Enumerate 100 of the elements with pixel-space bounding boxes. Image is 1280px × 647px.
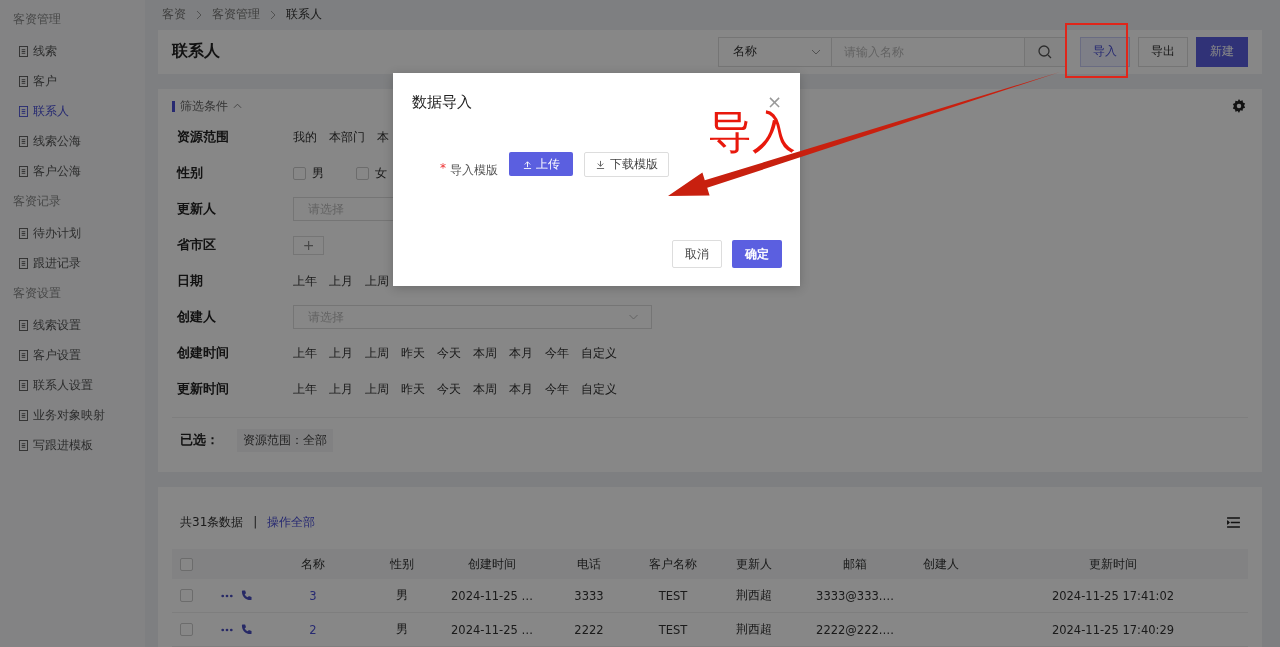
document-icon [19, 409, 28, 421]
sidebar-item[interactable]: 业务对象映射 [0, 407, 145, 423]
upload-button[interactable]: 上传 [509, 152, 573, 176]
add-button[interactable]: + [293, 235, 324, 255]
document-icon [19, 135, 28, 147]
document-icon [19, 319, 28, 331]
filter-option[interactable]: 本月 [509, 380, 533, 398]
filter-option[interactable]: 今年 [545, 380, 569, 398]
sidebar-item[interactable]: 联系人设置 [0, 377, 145, 393]
table-cell: 男 [396, 588, 408, 603]
checkbox[interactable] [356, 166, 369, 180]
toolbar-button[interactable]: 新建 [1196, 36, 1248, 67]
confirm-button[interactable]: 确定 [732, 240, 782, 268]
checkbox-label: 男 [312, 164, 324, 182]
download-icon [595, 159, 605, 169]
sidebar-item[interactable]: 线索公海 [0, 133, 145, 149]
filter-option[interactable]: 上周 [365, 272, 389, 290]
filter-option[interactable]: 上月 [329, 344, 353, 362]
name-link[interactable]: 2 [309, 622, 317, 637]
sidebar-item[interactable]: 待办计划 [0, 225, 145, 241]
column-header: 邮箱 [843, 556, 867, 572]
filter-option[interactable]: 上月 [329, 380, 353, 398]
filter-option[interactable]: 昨天 [401, 344, 425, 362]
column-header: 创建人 [923, 556, 959, 572]
page-title: 联系人 [172, 41, 220, 63]
checkbox[interactable] [179, 623, 193, 636]
filter-option[interactable]: 本部门 [329, 128, 365, 146]
filter-label: 日期 [177, 272, 204, 290]
close-button[interactable]: × [766, 94, 782, 110]
sidebar-item[interactable]: 跟进记录 [0, 255, 145, 271]
chevron-icon [270, 9, 276, 20]
column-header: 性别 [390, 556, 414, 572]
filter-option[interactable]: 今天 [437, 380, 461, 398]
cancel-button[interactable]: 取消 [672, 240, 722, 268]
search-button[interactable] [1025, 36, 1066, 67]
filter-option[interactable]: 昨天 [401, 380, 425, 398]
filter-option[interactable]: 本 [377, 128, 389, 146]
more-icon[interactable] [220, 593, 233, 598]
filter-option[interactable]: 我的 [293, 128, 317, 146]
filter-option[interactable]: 上周 [365, 344, 389, 362]
highlight-box [1065, 23, 1128, 78]
filter-title[interactable]: 筛选条件 [180, 97, 228, 115]
filter-option[interactable]: 上周 [365, 380, 389, 398]
phone-icon[interactable] [240, 590, 252, 601]
more-icon[interactable] [220, 627, 233, 632]
filter-label: 省市区 [177, 236, 217, 254]
caret-icon [628, 314, 639, 320]
column-header: 更新人 [736, 556, 772, 572]
collapse-icon[interactable] [233, 103, 242, 109]
filter-option[interactable]: 今年 [545, 344, 569, 362]
breadcrumb-item[interactable]: 联系人 [286, 6, 322, 24]
table-cell: 2222 [574, 622, 604, 637]
filter-option[interactable]: 本月 [509, 344, 533, 362]
table-cell: 2222@222.… [816, 622, 894, 637]
checkbox[interactable] [179, 557, 193, 571]
document-icon [19, 439, 28, 451]
sidebar-item[interactable]: 写跟进模板 [0, 437, 145, 453]
checkbox[interactable] [293, 166, 306, 180]
download-button[interactable]: 下载模版 [584, 151, 669, 177]
column-header: 电话 [577, 556, 601, 572]
filter-option[interactable]: 上年 [293, 272, 317, 290]
table-cell: 荆西超 [736, 622, 772, 637]
filter-label: 更新时间 [177, 380, 230, 398]
sidebar-item[interactable]: 线索设置 [0, 317, 145, 333]
filter-option[interactable]: 上月 [329, 272, 353, 290]
filter-option[interactable]: 本周 [473, 380, 497, 398]
name-link[interactable]: 3 [309, 588, 317, 603]
checkbox-label: 女 [375, 164, 387, 182]
sidebar-item[interactable]: 客户公海 [0, 163, 145, 179]
checkbox[interactable] [179, 589, 193, 602]
breadcrumb-item[interactable]: 客资管理 [212, 6, 260, 24]
columns-icon[interactable] [1227, 516, 1240, 528]
filter-label: 更新人 [177, 200, 217, 218]
dialog-title: 数据导入 [412, 92, 472, 112]
toolbar-button[interactable]: 导入 [1080, 36, 1130, 67]
field-select[interactable]: 名称 [718, 36, 832, 67]
filter-option[interactable]: 今天 [437, 344, 461, 362]
table-cell: TEST [658, 588, 688, 603]
separator: | [253, 515, 258, 529]
toolbar-button[interactable]: 导出 [1138, 36, 1188, 67]
filter-option[interactable]: 上年 [293, 380, 317, 398]
operate-all-link[interactable]: 操作全部 [267, 513, 316, 531]
accent-bar [172, 100, 175, 112]
required-mark: * [440, 161, 446, 175]
filter-option[interactable]: 上年 [293, 344, 317, 362]
sidebar-item[interactable]: 线索 [0, 43, 145, 59]
column-header: 更新时间 [1089, 556, 1137, 572]
filter-label: 创建人 [177, 308, 217, 326]
settings-icon[interactable] [1232, 99, 1246, 113]
sidebar-item[interactable]: 客户设置 [0, 347, 145, 363]
breadcrumb-item[interactable]: 客资 [162, 6, 186, 24]
column-header: 名称 [301, 556, 325, 572]
filter-option[interactable]: 自定义 [581, 344, 617, 362]
filter-label: 性别 [177, 164, 204, 182]
filter-option[interactable]: 本周 [473, 344, 497, 362]
document-icon [19, 105, 28, 117]
sidebar-item[interactable]: 联系人 [0, 103, 145, 119]
sidebar-item[interactable]: 客户 [0, 73, 145, 89]
phone-icon[interactable] [240, 624, 252, 635]
filter-option[interactable]: 自定义 [581, 380, 617, 398]
